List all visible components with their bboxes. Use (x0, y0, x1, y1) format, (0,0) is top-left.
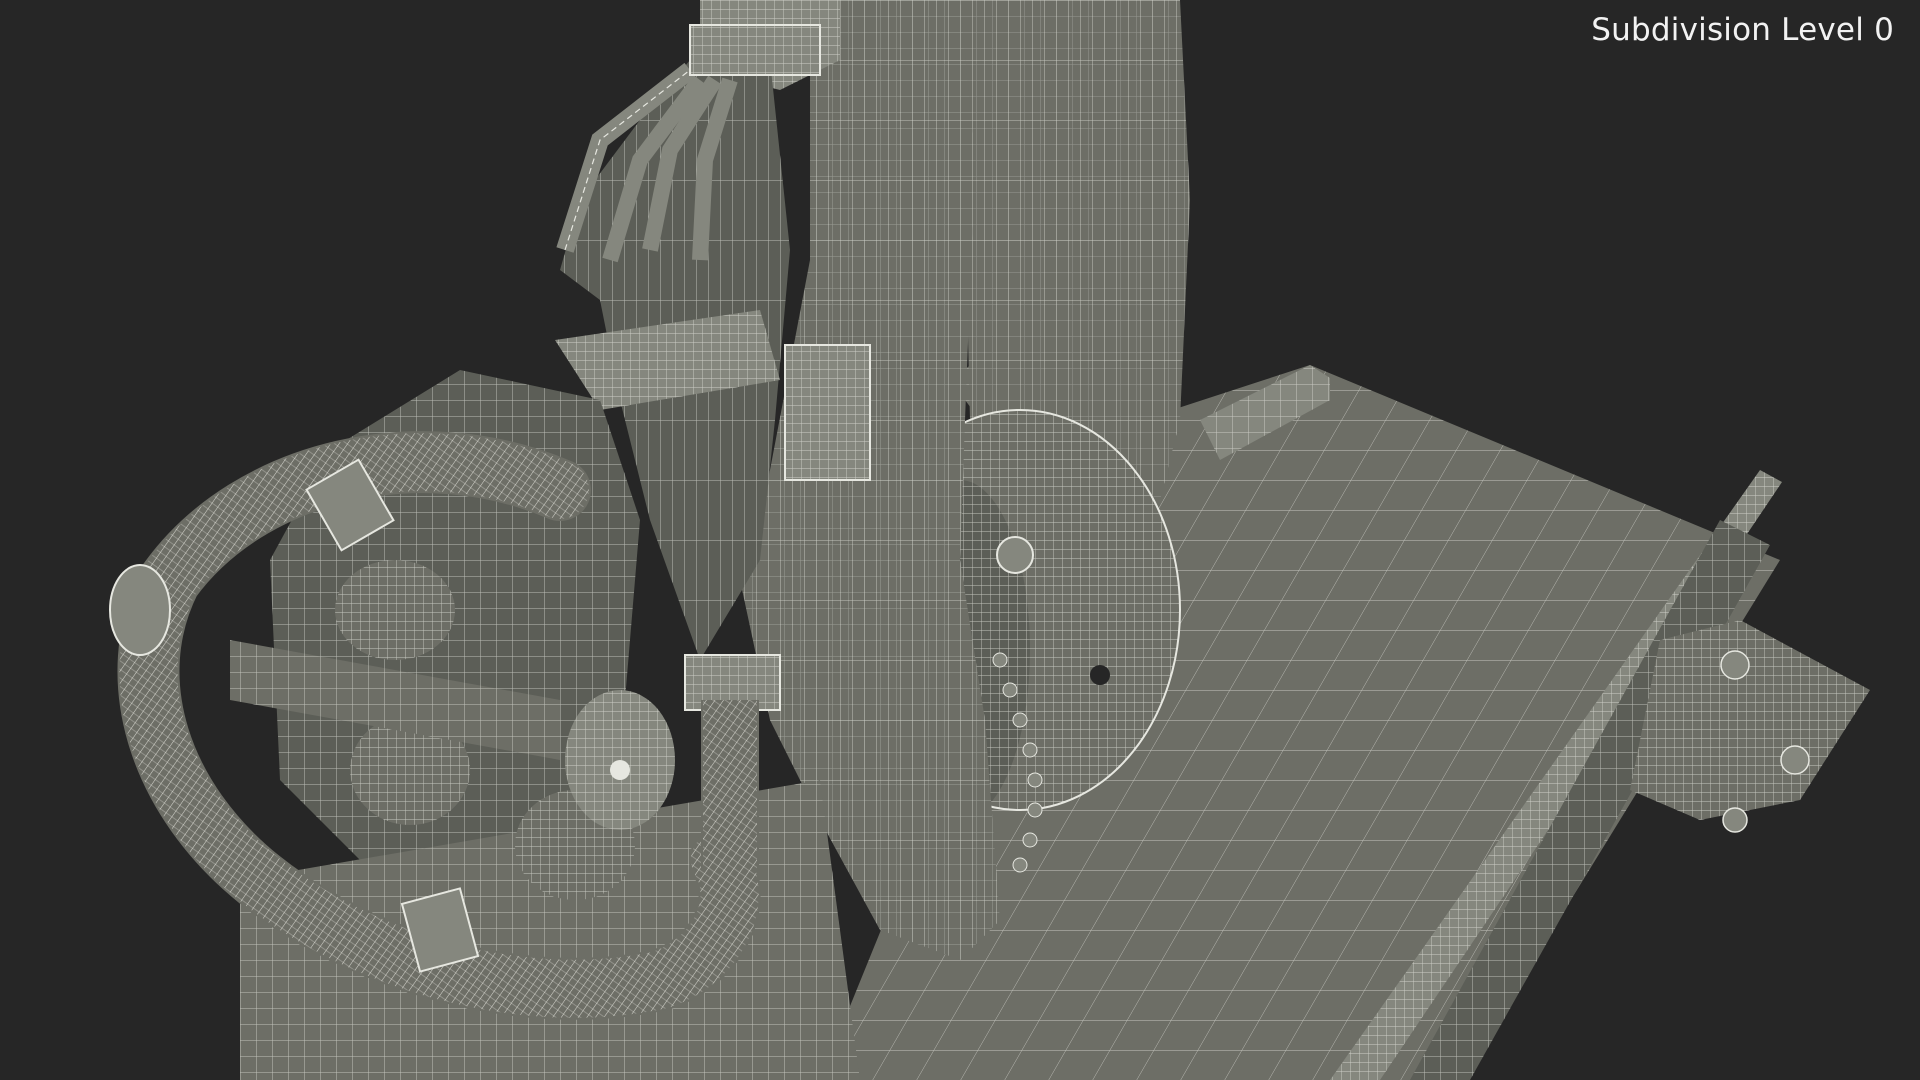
subdivision-level-label: Subdivision Level 0 (1591, 12, 1894, 48)
3d-viewport[interactable]: Subdivision Level 0 (0, 0, 1920, 1080)
robot-wireframe-model (109, 0, 1870, 1080)
